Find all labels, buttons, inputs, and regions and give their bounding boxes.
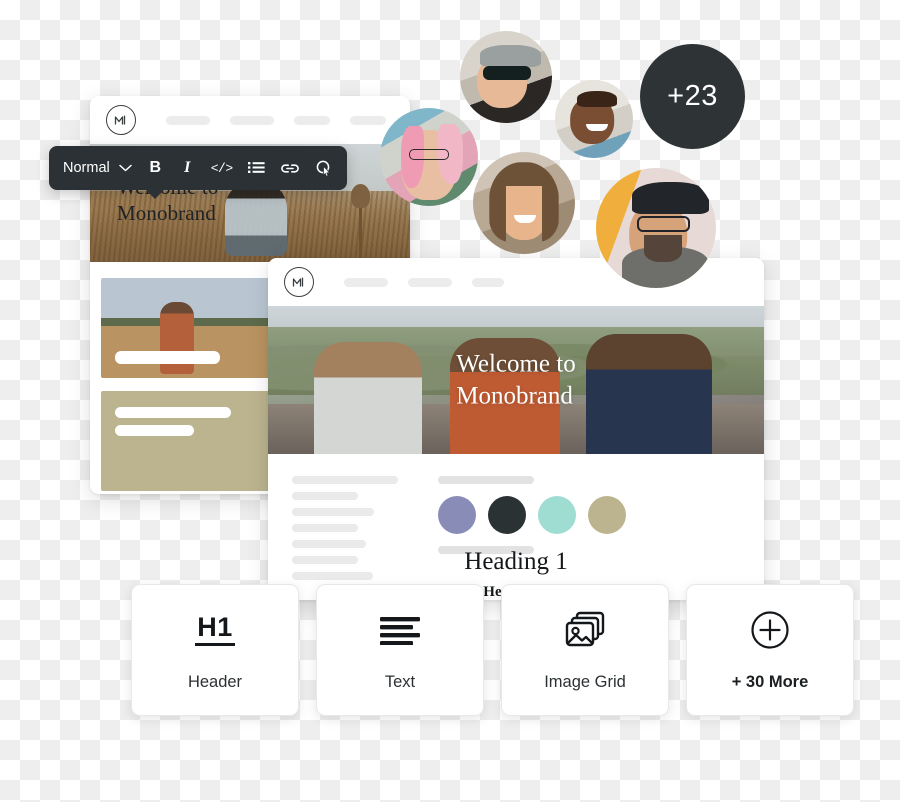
avatar-more-badge[interactable]: +23 — [640, 44, 745, 149]
placeholder-line — [292, 492, 358, 500]
avatar-beard — [644, 235, 683, 262]
composition-stage: Welcome to Monobrand — [0, 0, 900, 802]
block-card-more-label: + 30 More — [731, 672, 809, 691]
monobrand-logo-icon[interactable] — [284, 267, 314, 297]
grid-text-bar — [115, 407, 232, 418]
front-hero-title-line1: Welcome to — [456, 350, 576, 378]
swatch-mint[interactable] — [538, 496, 576, 534]
block-card-text[interactable]: Text — [316, 584, 484, 716]
back-hero-title-line2: Monobrand — [117, 201, 216, 226]
plus-circle-icon — [750, 609, 790, 651]
avatar-more-count: +23 — [667, 80, 718, 112]
block-card-image-grid[interactable]: Image Grid — [501, 584, 669, 716]
avatar-hair — [576, 90, 618, 107]
bold-button[interactable]: B — [147, 157, 164, 179]
cursor-pointer-button[interactable] — [315, 157, 333, 179]
swatch-khaki[interactable] — [588, 496, 626, 534]
cursor-pointer-icon — [316, 160, 331, 177]
grid-caption-bar — [115, 351, 221, 364]
block-card-text-label: Text — [384, 672, 416, 691]
avatar-woman-smiling[interactable] — [473, 152, 575, 254]
rich-text-format-toolbar: Normal B I </> — [49, 146, 347, 199]
palette-title-bar — [438, 476, 534, 484]
chevron-down-icon — [118, 164, 132, 172]
bullet-list-button[interactable] — [247, 157, 265, 179]
paragraph-style-label: Normal — [63, 160, 110, 176]
placeholder-text-block — [292, 474, 398, 580]
link-button[interactable] — [280, 157, 300, 179]
front-hero-title: Welcome to Monobrand — [456, 349, 575, 412]
grid-color-block-khaki[interactable] — [101, 391, 271, 491]
placeholder-line — [292, 476, 398, 484]
front-window-nav — [332, 277, 504, 287]
avatar-sunglasses — [483, 65, 531, 80]
heading-1-preview: Heading 1 — [464, 548, 568, 575]
swatch-charcoal[interactable] — [488, 496, 526, 534]
hero-person-1 — [314, 342, 422, 454]
back-window-nav — [154, 115, 410, 125]
grid-image-woman-in-field[interactable] — [101, 278, 271, 378]
text-lines-icon — [379, 609, 421, 651]
placeholder-line — [292, 524, 358, 532]
block-card-image-grid-label: Image Grid — [544, 672, 626, 691]
h1-icon-text: H1 — [195, 613, 235, 647]
avatar-man-beanie-glasses[interactable] — [596, 168, 716, 288]
avatar-beanie — [632, 182, 709, 214]
nav-pill[interactable] — [166, 115, 210, 125]
block-card-more[interactable]: + 30 More — [686, 584, 854, 716]
code-button[interactable]: </> — [211, 157, 233, 179]
nav-pill[interactable] — [408, 277, 452, 287]
h1-icon: H1 — [195, 609, 235, 651]
avatar-beanie — [480, 44, 541, 67]
monobrand-logo-icon[interactable] — [106, 105, 136, 135]
block-card-header-label: Header — [187, 672, 243, 691]
avatar-man-smiling[interactable] — [555, 80, 633, 158]
avatar-man-sunglasses[interactable] — [460, 31, 552, 123]
paragraph-style-dropdown[interactable]: Normal — [63, 160, 132, 176]
nav-pill[interactable] — [230, 115, 274, 125]
block-card-header[interactable]: H1 Header — [131, 584, 299, 716]
front-hero-title-line2: Monobrand — [456, 382, 573, 409]
hero-plant — [351, 184, 370, 260]
placeholder-line — [292, 556, 358, 564]
link-icon — [280, 163, 299, 173]
back-window-titlebar — [90, 96, 410, 144]
block-picker-cards: H1 Header Text Image Grid + 30 More — [131, 584, 854, 716]
nav-pill[interactable] — [344, 277, 388, 287]
palette-swatches — [438, 496, 626, 534]
avatar-glasses — [636, 216, 690, 232]
placeholder-line — [292, 540, 367, 548]
placeholder-line — [292, 508, 374, 516]
swatch-periwinkle[interactable] — [438, 496, 476, 534]
nav-pill[interactable] — [294, 115, 330, 125]
grid-text-bar — [115, 425, 195, 436]
front-browser-window: Welcome to Monobrand Heading 1 — [268, 258, 764, 600]
nav-pill[interactable] — [472, 277, 504, 287]
hero-person — [225, 182, 287, 256]
image-stack-icon — [564, 609, 606, 651]
front-window-hero: Welcome to Monobrand — [268, 306, 764, 454]
italic-button[interactable]: I — [179, 157, 196, 179]
bullet-list-icon — [247, 162, 265, 173]
hero-person-3 — [586, 334, 712, 454]
placeholder-line — [292, 572, 373, 580]
avatar-glasses — [409, 149, 449, 160]
